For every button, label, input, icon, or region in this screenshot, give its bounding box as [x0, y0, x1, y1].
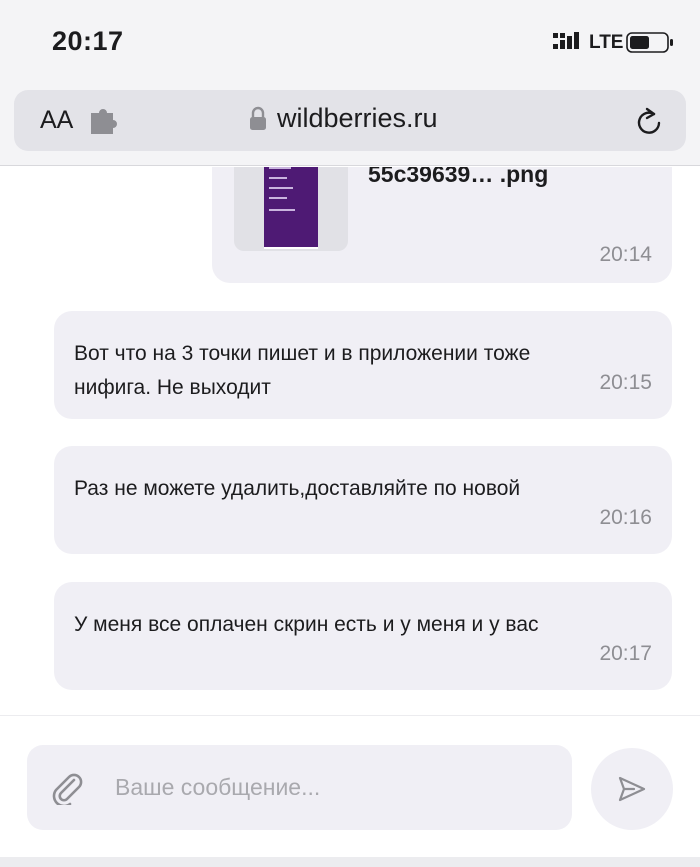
browser-toolbar: AA wildberries.ru	[0, 80, 700, 166]
message-bubble: Раз не можете удалить,доставляйте по нов…	[54, 446, 672, 554]
message-text: Вот что на 3 точки пишет и в приложении …	[74, 342, 531, 399]
message-time: 20:17	[599, 642, 652, 665]
message-input[interactable]	[115, 767, 555, 807]
attachment-message[interactable]: 55c39639… .png 20:14	[212, 167, 672, 283]
send-button[interactable]	[591, 748, 673, 830]
image-thumbnail[interactable]	[234, 167, 348, 251]
message-composer	[0, 715, 700, 857]
send-icon	[618, 776, 646, 802]
status-bar: 20:17 LTE	[0, 0, 700, 80]
paperclip-icon[interactable]	[50, 771, 84, 805]
address-bar[interactable]: AA wildberries.ru	[14, 90, 686, 151]
thumbnail-screen	[264, 167, 318, 249]
message-text: У меня все оплачен скрин есть и у меня и…	[74, 613, 539, 636]
message-input-box[interactable]	[27, 745, 572, 830]
reload-icon[interactable]	[634, 105, 664, 137]
bottom-edge	[0, 857, 700, 867]
chat-thread[interactable]: 55c39639… .png 20:14 Вот что на 3 точки …	[0, 167, 700, 715]
message-time: 20:14	[599, 243, 652, 266]
message-bubble: У меня все оплачен скрин есть и у меня и…	[54, 582, 672, 690]
lock-icon	[250, 106, 266, 130]
message-bubble: Вот что на 3 точки пишет и в приложении …	[54, 311, 672, 419]
message-time: 20:16	[599, 506, 652, 529]
message-time: 20:15	[599, 371, 652, 394]
attachment-file-name[interactable]: 55c39639… .png	[368, 167, 548, 188]
status-time: 20:17	[52, 26, 124, 56]
extension-icon[interactable]	[88, 107, 118, 135]
network-type: LTE	[589, 32, 624, 53]
text-size-button[interactable]: AA	[40, 106, 73, 135]
message-text: Раз не можете удалить,доставляйте по нов…	[74, 477, 521, 500]
battery-icon	[626, 32, 673, 53]
url-domain[interactable]: wildberries.ru	[277, 103, 438, 134]
signal-icon	[553, 32, 579, 49]
